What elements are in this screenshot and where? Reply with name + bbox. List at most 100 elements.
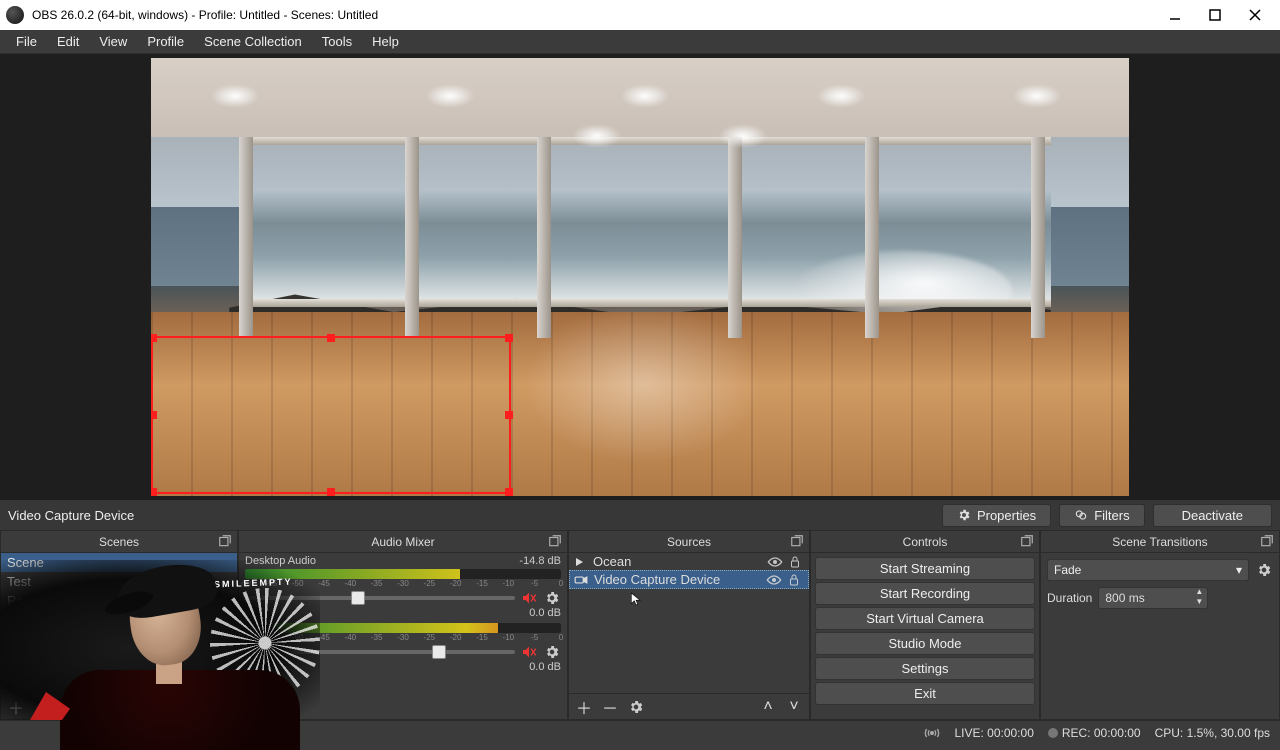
scene-item[interactable]: Test (1, 572, 237, 591)
menu-help[interactable]: Help (362, 32, 409, 51)
broadcast-icon (924, 727, 940, 739)
menu-edit[interactable]: Edit (47, 32, 89, 51)
source-properties-button[interactable] (627, 698, 645, 716)
lock-toggle[interactable] (789, 555, 805, 569)
menu-tools[interactable]: Tools (312, 32, 362, 51)
scene-item[interactable]: Road Blocks (1, 591, 237, 610)
deactivate-button[interactable]: Deactivate (1153, 504, 1272, 527)
start-recording-button[interactable]: Start Recording (815, 582, 1035, 605)
docks-row: Scenes Scene Test Road Blocks Green Scre… (0, 530, 1280, 720)
scenes-header: Scenes (1, 531, 237, 553)
scene-up-button[interactable]: ˄ (187, 698, 205, 716)
window-minimize-button[interactable] (1164, 4, 1186, 26)
scene-pillar (728, 137, 742, 338)
scene-rail-bottom (239, 299, 1051, 307)
dock-popout-icon[interactable] (1019, 533, 1035, 549)
mouse-cursor-icon (629, 589, 643, 609)
resize-handle[interactable] (151, 411, 157, 419)
window-titlebar: OBS 26.0.2 (64-bit, windows) - Profile: … (0, 0, 1280, 30)
remove-source-button[interactable]: － (601, 698, 619, 716)
menu-view[interactable]: View (89, 32, 137, 51)
source-name: Video Capture Device (594, 572, 760, 587)
tick-label: -45 (318, 633, 330, 642)
exit-button[interactable]: Exit (815, 682, 1035, 705)
transitions-title: Scene Transitions (1112, 535, 1207, 549)
source-down-button[interactable]: ˅ (785, 698, 803, 716)
add-source-button[interactable]: ＋ (575, 698, 593, 716)
tick-label: -55 (266, 633, 278, 642)
resize-handle[interactable] (505, 334, 513, 342)
ceiling-light-icon (1012, 84, 1062, 108)
resize-handle[interactable] (327, 334, 335, 342)
visibility-toggle[interactable] (766, 574, 782, 586)
start-streaming-button[interactable]: Start Streaming (815, 557, 1035, 580)
deactivate-label: Deactivate (1182, 508, 1243, 523)
controls-header: Controls (811, 531, 1039, 553)
menu-profile[interactable]: Profile (137, 32, 194, 51)
tick-label: -5 (531, 579, 538, 588)
preview-canvas[interactable] (151, 58, 1129, 496)
level-meter (245, 569, 561, 579)
remove-scene-button[interactable]: － (33, 698, 51, 716)
ceiling-light-icon (718, 124, 768, 148)
visibility-toggle[interactable] (767, 556, 783, 568)
properties-button[interactable]: Properties (942, 504, 1051, 527)
volume-slider[interactable] (245, 650, 515, 654)
window-close-button[interactable] (1244, 4, 1266, 26)
spin-down-icon[interactable]: ▼ (1191, 598, 1207, 608)
menu-scene-collection[interactable]: Scene Collection (194, 32, 312, 51)
resize-handle[interactable] (505, 488, 513, 496)
tick-label: 0 (559, 633, 563, 642)
tick-label: -50 (292, 633, 304, 642)
tick-label: -45 (318, 579, 330, 588)
window-maximize-button[interactable] (1204, 4, 1226, 26)
scenes-list[interactable]: Scene Test Road Blocks Green Screen Scen… (1, 553, 237, 648)
filters-button[interactable]: Filters (1059, 504, 1144, 527)
mute-button[interactable] (521, 590, 537, 606)
window-title: OBS 26.0.2 (64-bit, windows) - Profile: … (32, 8, 1164, 22)
lock-toggle[interactable] (788, 573, 804, 587)
start-virtual-camera-button[interactable]: Start Virtual Camera (815, 607, 1035, 630)
tick-label: -35 (371, 579, 383, 588)
menu-bar: File Edit View Profile Scene Collection … (0, 30, 1280, 54)
source-item[interactable]: Video Capture Device (569, 570, 809, 589)
sources-list[interactable]: Ocean Video Capture Device (569, 553, 809, 589)
duration-spinbox[interactable]: 800 ms ▲ ▼ (1098, 587, 1208, 609)
mute-button[interactable] (521, 644, 537, 660)
scene-item[interactable]: Scene (1, 553, 237, 572)
menu-file[interactable]: File (6, 32, 47, 51)
channel-settings-button[interactable] (543, 589, 561, 607)
scene-item[interactable]: Scene 2 (1, 629, 237, 648)
scene-down-button[interactable]: ˅ (213, 698, 231, 716)
resize-handle[interactable] (505, 411, 513, 419)
scene-pillar (405, 137, 419, 338)
preview-area[interactable] (0, 54, 1280, 500)
gear-icon (957, 508, 971, 522)
resize-handle[interactable] (327, 488, 335, 496)
studio-mode-button[interactable]: Studio Mode (815, 632, 1035, 655)
source-selection-rect[interactable] (151, 336, 511, 494)
add-scene-button[interactable]: ＋ (7, 698, 25, 716)
scene-item[interactable]: Green Screen (1, 610, 237, 629)
level-meter (245, 623, 561, 633)
resize-handle[interactable] (151, 334, 157, 342)
source-item[interactable]: Ocean (569, 553, 809, 570)
tick-label: -10 (503, 633, 515, 642)
tick-label: 0 (559, 579, 563, 588)
source-up-button[interactable]: ˄ (759, 698, 777, 716)
dock-popout-icon[interactable] (547, 533, 563, 549)
mixer-channel: Desktop Audio-14.8 dB-60-55-50-45-40-35-… (239, 553, 567, 619)
tick-label: -25 (424, 633, 436, 642)
settings-button[interactable]: Settings (815, 657, 1035, 680)
status-cpu: CPU: 1.5%, 30.00 fps (1155, 726, 1270, 740)
volume-slider[interactable] (245, 596, 515, 600)
transition-settings-button[interactable] (1255, 561, 1273, 579)
sources-title: Sources (667, 535, 711, 549)
resize-handle[interactable] (151, 488, 157, 496)
channel-settings-button[interactable] (543, 643, 561, 661)
dock-popout-icon[interactable] (217, 533, 233, 549)
mixer-channel: -60-55-50-45-40-35-30-25-20-15-10-50 0.0… (239, 619, 567, 673)
transition-select[interactable]: Fade ▾ (1047, 559, 1249, 581)
dock-popout-icon[interactable] (1259, 533, 1275, 549)
dock-popout-icon[interactable] (789, 533, 805, 549)
